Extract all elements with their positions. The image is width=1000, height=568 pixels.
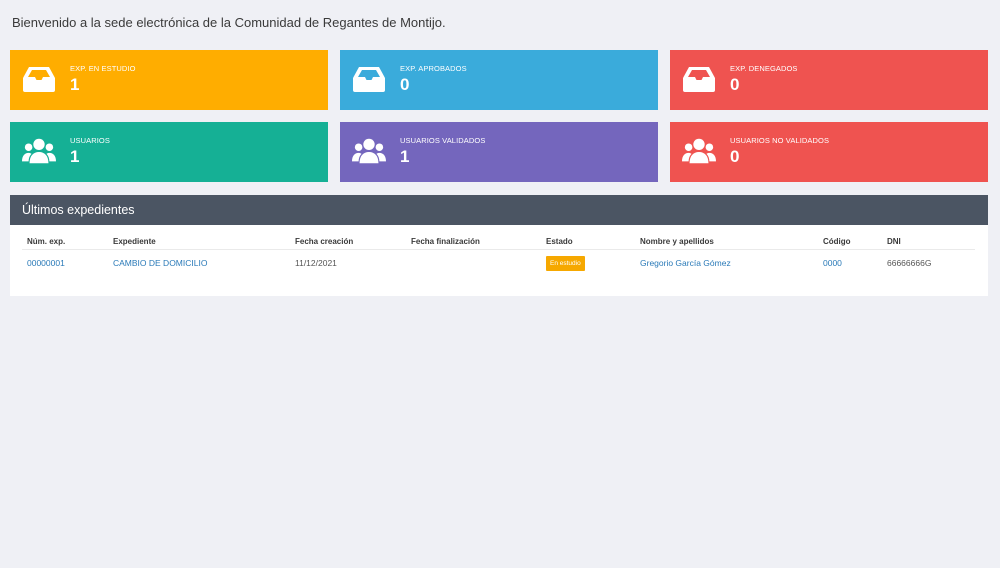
card-label: EXP. DENEGADOS [730, 64, 798, 73]
users-icon [352, 138, 386, 164]
card-count: 1 [70, 75, 80, 94]
card-label: USUARIOS VALIDADOS [400, 136, 486, 145]
card-count: 0 [730, 75, 740, 94]
table-header-row: Núm. exp. Expediente Fecha creación Fech… [22, 233, 975, 250]
card-usuarios-validados[interactable]: USUARIOS VALIDADOS 1 [340, 122, 658, 182]
card-label: EXP. EN ESTUDIO [70, 64, 136, 73]
table-row: 00000001 CAMBIO DE DOMICILIO 11/12/2021 … [22, 250, 975, 277]
col-dni[interactable]: DNI [882, 233, 975, 250]
latest-files-panel: Últimos expedientes Núm. exp. Expediente… [10, 195, 988, 296]
page-title: Bienvenido a la sede electrónica de la C… [12, 15, 446, 30]
card-exp-aprobados[interactable]: EXP. APROBADOS 0 [340, 50, 658, 110]
status-badge: En estudio [546, 255, 585, 271]
col-nombre[interactable]: Nombre y apellidos [635, 233, 818, 250]
files-table: Núm. exp. Expediente Fecha creación Fech… [22, 233, 975, 276]
cell-nombre[interactable]: Gregorio García Gómez [635, 250, 818, 277]
inbox-icon [23, 67, 55, 92]
card-count: 1 [400, 147, 410, 166]
users-icon [682, 138, 716, 164]
card-usuarios-no-validados[interactable]: USUARIOS NO VALIDADOS 0 [670, 122, 988, 182]
card-count: 0 [400, 75, 410, 94]
card-label: USUARIOS NO VALIDADOS [730, 136, 830, 145]
col-fecha-creacion[interactable]: Fecha creación [290, 233, 406, 250]
cell-dni: 66666666G [887, 258, 932, 268]
card-exp-denegados[interactable]: EXP. DENEGADOS 0 [670, 50, 988, 110]
card-usuarios[interactable]: USUARIOS 1 [10, 122, 328, 182]
col-expediente[interactable]: Expediente [108, 233, 290, 250]
inbox-icon [683, 67, 715, 92]
col-codigo[interactable]: Código [818, 233, 882, 250]
panel-title: Últimos expedientes [10, 195, 988, 225]
col-estado[interactable]: Estado [541, 233, 635, 250]
card-label: EXP. APROBADOS [400, 64, 467, 73]
card-count: 1 [70, 147, 80, 166]
col-fecha-finalizacion[interactable]: Fecha finalización [406, 233, 541, 250]
cell-codigo[interactable]: 0000 [818, 250, 882, 277]
cell-fecha-creacion: 11/12/2021 [295, 258, 337, 268]
cell-fecha-finalizacion [406, 250, 541, 277]
cell-num-exp[interactable]: 00000001 [22, 250, 108, 277]
col-num-exp[interactable]: Núm. exp. [22, 233, 108, 250]
inbox-icon [353, 67, 385, 92]
cell-estado: En estudio [541, 250, 635, 277]
cell-expediente[interactable]: CAMBIO DE DOMICILIO [108, 250, 290, 277]
card-count: 0 [730, 147, 740, 166]
card-label: USUARIOS [70, 136, 110, 145]
users-icon [22, 138, 56, 164]
card-exp-en-estudio[interactable]: EXP. EN ESTUDIO 1 [10, 50, 328, 110]
